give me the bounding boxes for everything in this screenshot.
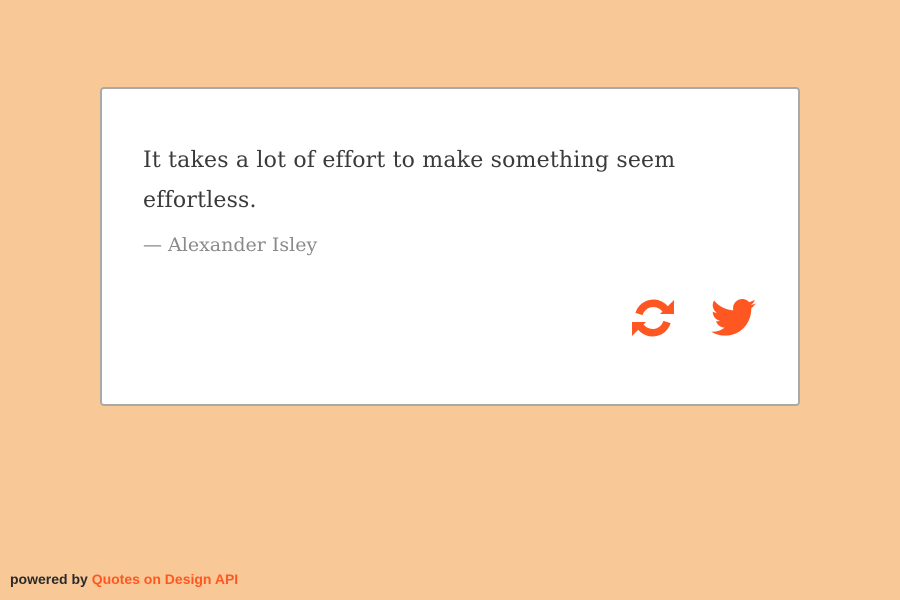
- tweet-quote-button[interactable]: [710, 294, 758, 342]
- quote-text: It takes a lot of effort to make somethi…: [143, 148, 676, 213]
- refresh-icon: [630, 295, 676, 341]
- twitter-icon: [711, 298, 757, 338]
- footer-credit: powered by Quotes on Design API: [10, 571, 238, 587]
- quote-author: — Alexander Isley: [143, 234, 318, 256]
- quotes-api-link[interactable]: Quotes on Design API: [92, 571, 239, 587]
- new-quote-button[interactable]: [629, 294, 677, 342]
- footer-prefix: powered by: [10, 571, 92, 587]
- quote-card: It takes a lot of effort to make somethi…: [100, 87, 800, 406]
